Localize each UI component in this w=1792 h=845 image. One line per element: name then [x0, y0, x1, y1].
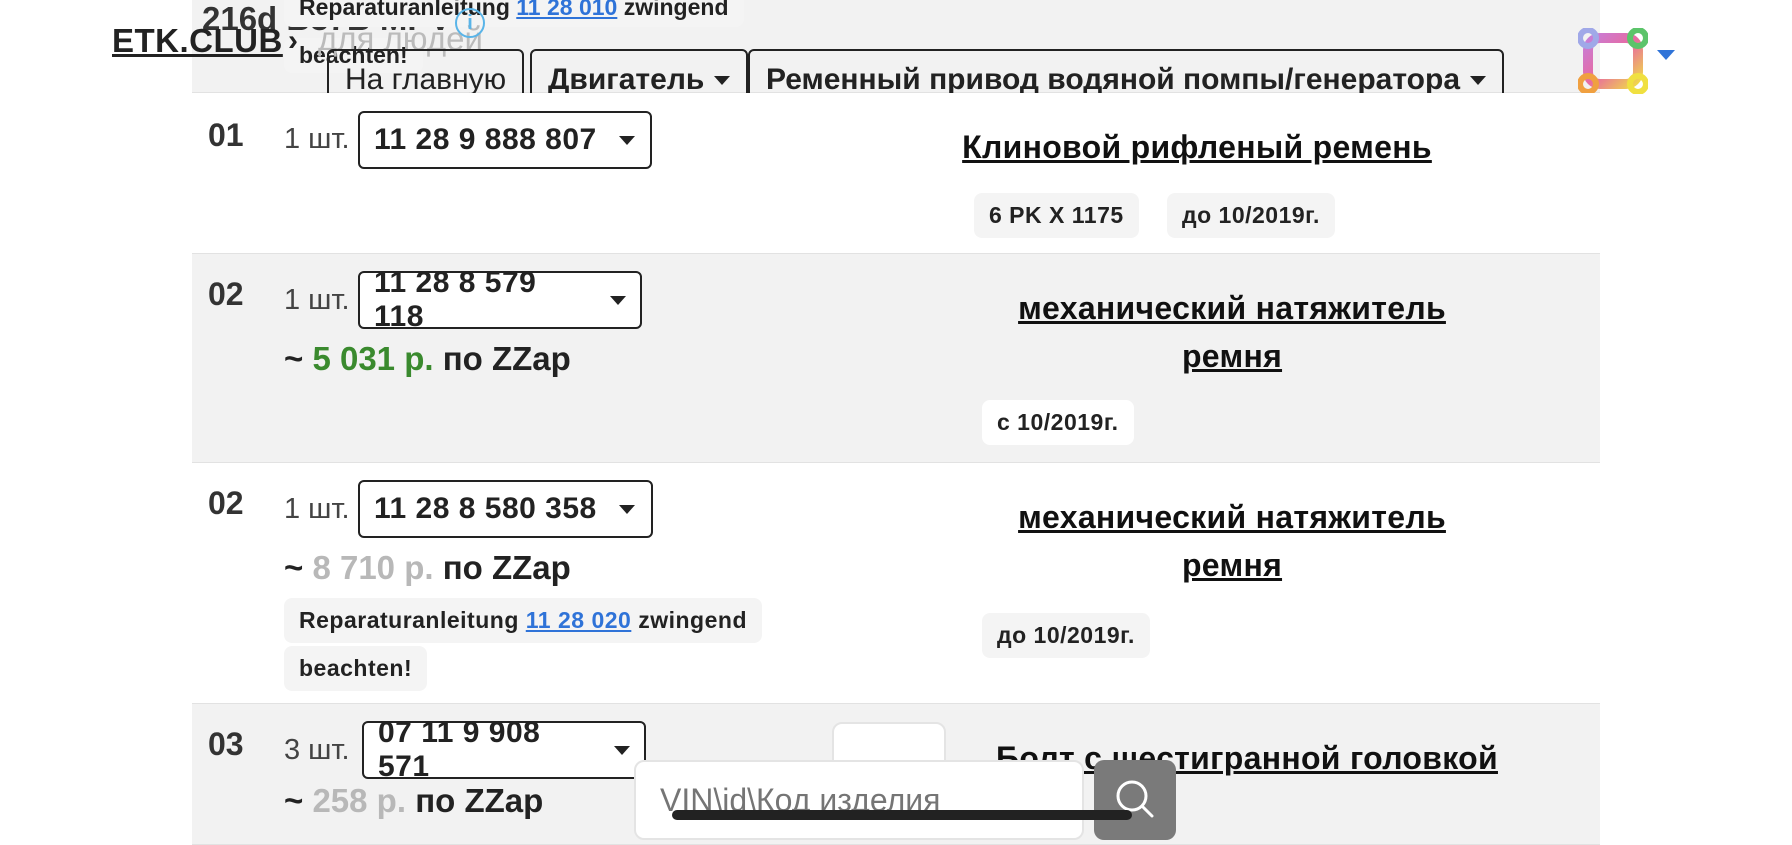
date-tag: с 10/2019г.	[982, 400, 1134, 445]
part-name-link[interactable]: Клиновой рифленый ремень	[937, 123, 1457, 171]
part-number-dropdown[interactable]: 07 11 9 908 571	[362, 716, 646, 783]
price: ~ 258 р. по ZZap	[284, 782, 544, 819]
position-number: 02	[208, 485, 244, 521]
position-number: 02	[208, 276, 244, 312]
quantity: 1 шт.	[284, 493, 350, 525]
price-value[interactable]: 258 р.	[312, 782, 406, 819]
parts-row: 02 1 шт. 11 28 8 580 358 ~ 8 710 р. по Z…	[192, 463, 1600, 704]
chevron-down-icon	[618, 135, 635, 145]
repair-note-link[interactable]: 11 28 010	[516, 0, 617, 20]
search-button[interactable]	[1094, 760, 1176, 840]
part-number-dropdown[interactable]: 11 28 9 888 807	[358, 111, 652, 169]
chevron-down-icon	[618, 504, 635, 514]
chevron-down-icon	[610, 295, 626, 305]
part-number-dropdown[interactable]: 11 28 8 580 358	[358, 480, 653, 538]
chevron-down-icon	[1470, 75, 1486, 85]
price-value[interactable]: 5 031 р.	[312, 340, 433, 377]
parts-row: 02 1 шт. 11 28 8 579 118 ~ 5 031 р. по Z…	[192, 254, 1600, 463]
repair-note-line2: beachten!	[284, 646, 428, 691]
site-logo[interactable]: ETK.CLUB	[112, 22, 283, 60]
chevron-down-icon	[714, 75, 731, 85]
info-icon[interactable]: i	[455, 8, 485, 38]
price: ~ 8 710 р. по ZZap	[284, 549, 571, 586]
quantity: 1 шт.	[284, 284, 350, 316]
spec-tag: 6 PK X 1175	[974, 193, 1139, 238]
breadcrumb-separator: ›	[288, 24, 298, 57]
part-number-dropdown[interactable]: 11 28 8 579 118	[358, 266, 642, 333]
part-name-link[interactable]: механический натяжитель ремня	[987, 493, 1477, 589]
home-indicator	[672, 810, 1132, 820]
position-number: 01	[208, 117, 244, 153]
price-value[interactable]: 8 710 р.	[312, 549, 433, 586]
repair-note-link[interactable]: 11 28 020	[526, 607, 632, 633]
date-tag: до 10/2019г.	[1167, 193, 1335, 238]
quantity: 3 шт.	[284, 734, 350, 766]
price: ~ 5 031 р. по ZZap	[284, 340, 571, 377]
repair-note: Reparaturanleitung 11 28 020 zwingend	[284, 598, 762, 643]
date-tag: до 10/2019г.	[982, 613, 1150, 658]
part-name-link[interactable]: механический натяжитель ремня	[987, 284, 1477, 380]
app-logo-icon[interactable]	[1578, 28, 1648, 94]
position-number: 03	[208, 726, 244, 762]
quantity: 1 шт.	[284, 123, 350, 155]
parts-row: 01 1 шт. 11 28 9 888 807 Клиновой рифлен…	[192, 93, 1600, 254]
search-icon	[1116, 780, 1154, 818]
search-input[interactable]	[634, 760, 1084, 840]
chevron-down-icon	[614, 745, 630, 755]
user-menu-caret-icon[interactable]	[1657, 50, 1675, 60]
